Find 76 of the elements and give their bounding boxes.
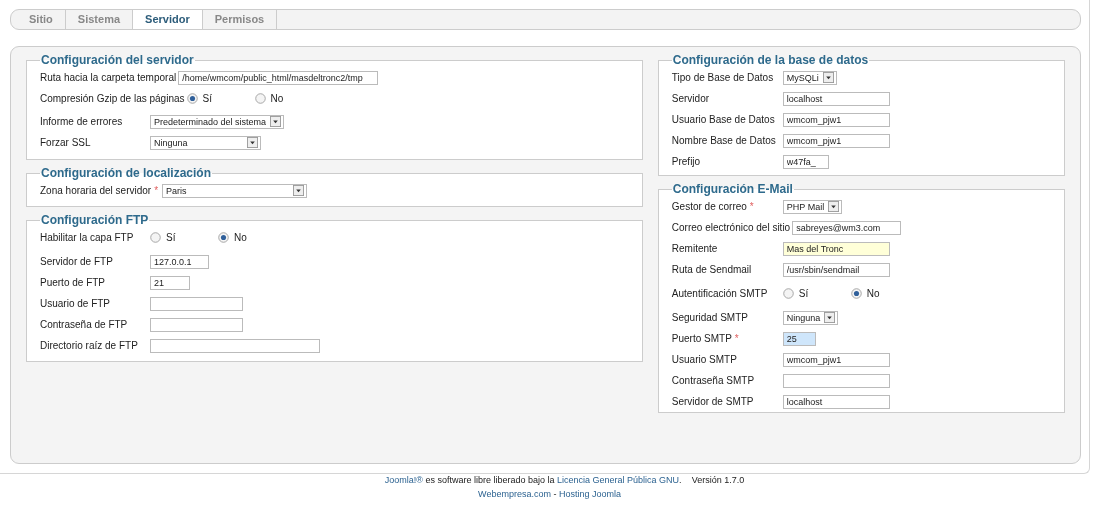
field-label: Puerto de FTP: [40, 277, 107, 288]
field-label: Compresión Gzip de las páginas: [40, 93, 186, 104]
input-field[interactable]: localhost: [782, 394, 890, 409]
field-label: Informe de errores: [40, 116, 124, 127]
section-title: Configuración FTP: [40, 213, 150, 227]
radio-button[interactable]: [782, 288, 794, 299]
radio-label: Sí: [202, 93, 212, 104]
field-label: Gestor de correo *: [671, 201, 757, 212]
field-label: Directorio raíz de FTP: [40, 340, 139, 351]
footer-link[interactable]: Webempresa.com: [478, 489, 551, 499]
dropdown[interactable]: MySQLi: [782, 70, 837, 85]
radio-label: Sí: [798, 288, 809, 299]
field-label: Ruta hacia la carpeta temporal: [40, 72, 178, 83]
radio-button[interactable]: [150, 232, 161, 243]
radio-button[interactable]: [186, 93, 198, 104]
field-label: Servidor de FTP: [40, 256, 114, 267]
field-label: Autentificación SMTP: [671, 288, 769, 299]
tab[interactable]: Servidor: [133, 10, 203, 29]
field-label: Nombre Base de Datos: [671, 135, 777, 146]
input-field[interactable]: [782, 373, 890, 388]
field-label: Zona horaria del servidor *: [40, 185, 162, 196]
field-label: Habilitar la capa FTP: [40, 232, 135, 243]
section-title: Configuración de localización: [40, 166, 213, 180]
footer-text: Webempresa.com - Hosting Joomla: [477, 489, 622, 499]
input-field[interactable]: 127.0.0.1: [150, 254, 209, 269]
input-field[interactable]: wmcom_pjw1: [782, 112, 890, 127]
version-text: Versión 1.7.0: [691, 475, 745, 485]
field-label: Puerto SMTP *: [671, 333, 742, 344]
input-field[interactable]: [150, 317, 243, 332]
required-mark: *: [749, 201, 755, 212]
required-mark: *: [154, 185, 160, 196]
field-label: Tipo de Base de Datos: [671, 72, 775, 83]
section-title: Configuración del servidor: [40, 53, 195, 67]
radio-label: No: [270, 93, 284, 104]
field-label: Usuario SMTP: [671, 354, 738, 365]
field-label: Correo electrónico del sitio: [671, 222, 792, 233]
footer-link[interactable]: Joomla!®: [384, 475, 423, 485]
field-label: Forzar SSL: [40, 137, 92, 148]
input-field[interactable]: sabreyes@wm3.com: [792, 220, 902, 235]
footer-text: Joomla!® es software libre liberado bajo la Licencia General Pública GNU.: [384, 475, 682, 485]
input-field[interactable]: /usr/sbin/sendmail: [782, 262, 890, 277]
dropdown[interactable]: Predeterminado del sistema: [150, 114, 285, 129]
dropdown[interactable]: Ninguna: [150, 135, 261, 150]
section-title: Configuración E-Mail: [671, 182, 794, 196]
field-label: Remitente: [671, 243, 719, 254]
input-field[interactable]: [150, 296, 243, 311]
field-label: Contraseña de FTP: [40, 319, 129, 330]
dropdown[interactable]: PHP Mail: [782, 199, 843, 214]
radio-button[interactable]: [254, 93, 266, 104]
radio-label: Sí: [166, 232, 176, 243]
footer-link[interactable]: Hosting Joomla: [558, 489, 621, 499]
dropdown[interactable]: Ninguna: [782, 310, 839, 325]
input-field[interactable]: /home/wmcom/public_html/masdeltronc2/tmp: [178, 70, 379, 85]
field-label: Usuario Base de Datos: [671, 114, 776, 125]
radio-button[interactable]: [850, 288, 862, 299]
input-field[interactable]: Mas del Tronc: [782, 241, 890, 256]
field-label: Prefijo: [671, 156, 702, 167]
input-field[interactable]: [150, 338, 320, 353]
input-field[interactable]: localhost: [782, 91, 890, 106]
field-label: Servidor: [671, 93, 711, 104]
field-label: Seguridad SMTP: [671, 312, 749, 323]
input-field[interactable]: w47fa_: [782, 154, 829, 169]
input-field[interactable]: wmcom_pjw1: [782, 133, 890, 148]
radio-button[interactable]: [218, 232, 229, 243]
dropdown[interactable]: Paris: [162, 183, 308, 198]
field-label: Contraseña SMTP: [671, 375, 756, 386]
input-field[interactable]: 21: [150, 275, 190, 290]
input-field[interactable]: wmcom_pjw1: [782, 352, 890, 367]
field-label: Servidor de SMTP: [671, 396, 755, 407]
radio-label: No: [234, 232, 247, 243]
input-field[interactable]: 25: [782, 331, 816, 346]
field-label: Ruta de Sendmail: [671, 264, 753, 275]
section-title: Configuración de la base de datos: [671, 53, 870, 67]
required-mark: *: [734, 333, 740, 344]
radio-label: No: [866, 288, 880, 299]
field-label: Usuario de FTP: [40, 298, 112, 309]
